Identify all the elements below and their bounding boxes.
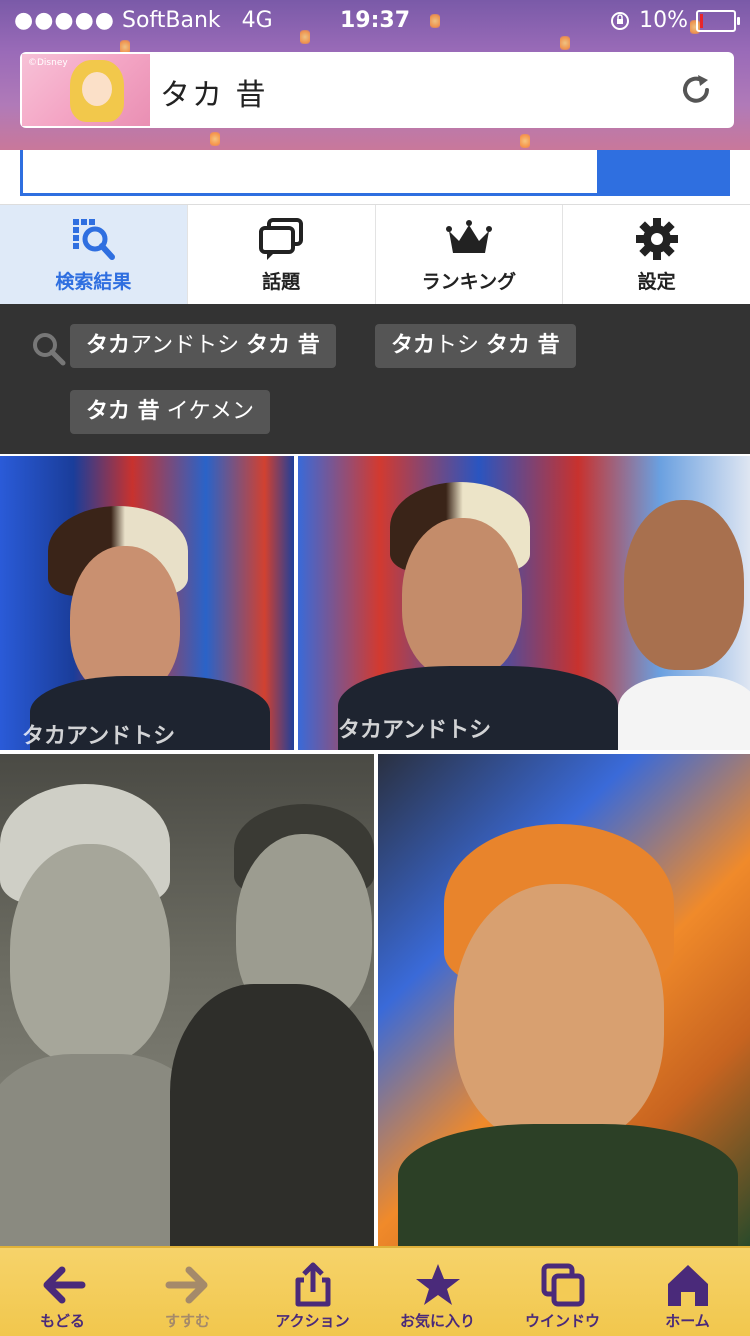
battery-percent: 10% [639,8,688,33]
search-input[interactable] [20,150,600,196]
forward-arrow-icon [165,1266,207,1304]
action-button[interactable]: アクション [250,1248,375,1336]
person-face [70,546,180,696]
image-caption: タカアンドトシ [22,724,176,749]
person-body [618,676,750,750]
related-search-chip[interactable]: タカトシ タカ 昔 [375,324,576,368]
battery-level [700,13,703,28]
person-face [10,844,170,1064]
windows-button[interactable]: ウインドウ [500,1248,625,1336]
star-icon [415,1264,460,1305]
person-body [398,1124,738,1246]
back-button[interactable]: もどる [0,1248,125,1336]
related-searches: タカアンドトシ タカ 昔 タカトシ タカ 昔 タカ 昔 イケメン [0,304,750,454]
bottom-toolbar: もどる すすむ アクション お気に入り ウインドウ ホーム [0,1246,750,1336]
site-thumbnail: ©Disney [22,54,150,126]
rotation-lock-icon [611,11,630,30]
image-caption: タカアンドトシ [338,718,492,743]
gear-icon [635,217,678,260]
reload-icon[interactable] [678,72,714,108]
toolbar-label: お気に入り [399,1312,475,1330]
url-text[interactable]: タカ 昔 [160,70,268,114]
home-icon [667,1265,708,1306]
related-search-chip[interactable]: タカアンドトシ タカ 昔 [70,324,336,368]
toolbar-label: ホーム [665,1312,710,1330]
battery-info: 10% [609,8,740,33]
tab-settings[interactable]: 設定 [563,205,750,305]
lantern-decoration [210,132,220,146]
search-results-icon [73,218,116,260]
result-tabs: 検索結果 話題 ランキング 設定 [0,204,750,305]
search-icon [33,333,66,366]
tab-search-results[interactable]: 検索結果 [0,205,188,305]
forward-button[interactable]: すすむ [125,1248,250,1336]
person-face [454,884,664,1144]
chip-keyword: タカ [86,333,131,358]
chip-keyword: タカ [391,333,436,358]
chip-text: イケメン [159,399,255,424]
home-button[interactable]: ホーム [625,1248,750,1336]
tab-topics[interactable]: 話題 [188,205,376,305]
person-face [624,500,744,670]
status-bar: ●●●●● SoftBank 4G 19:37 10% [0,0,750,42]
toolbar-label: もどる [40,1312,85,1330]
related-search-chip[interactable]: タカ 昔 イケメン [70,390,271,434]
thumbnail-credit: ©Disney [28,58,68,68]
person-body [170,984,374,1246]
crown-icon [445,219,492,253]
chip-keyword: タカ 昔 [246,333,320,358]
toolbar-label: すすむ [164,1312,210,1330]
share-icon [295,1262,330,1307]
chip-keyword: タカ 昔 [86,399,160,424]
search-button[interactable] [600,150,730,196]
tab-label: 設定 [637,270,676,293]
search-row [0,150,750,202]
battery-icon [696,9,740,32]
favorites-button[interactable]: お気に入り [375,1248,500,1336]
tab-ranking[interactable]: ランキング [376,205,564,305]
image-result[interactable]: タカアンドトシ [0,456,294,750]
chip-text: トシ [435,333,487,358]
chat-bubbles-icon [259,217,304,260]
image-result[interactable] [378,754,750,1246]
chip-text: アンドトシ [130,333,247,358]
image-result[interactable]: タカアンドトシ [298,456,750,750]
tab-label: ランキング [421,270,517,293]
back-arrow-icon [43,1266,85,1304]
tab-label: 話題 [262,270,301,293]
image-result[interactable] [0,754,374,1246]
tab-label: 検索結果 [55,270,132,293]
chip-keyword: タカ 昔 [486,333,560,358]
toolbar-label: アクション [275,1312,350,1330]
toolbar-label: ウインドウ [524,1312,600,1330]
windows-icon [541,1263,584,1307]
address-bar[interactable]: ©Disney タカ 昔 [20,52,734,128]
character-face [82,72,112,106]
person-face [402,518,522,678]
lantern-decoration [520,134,530,148]
